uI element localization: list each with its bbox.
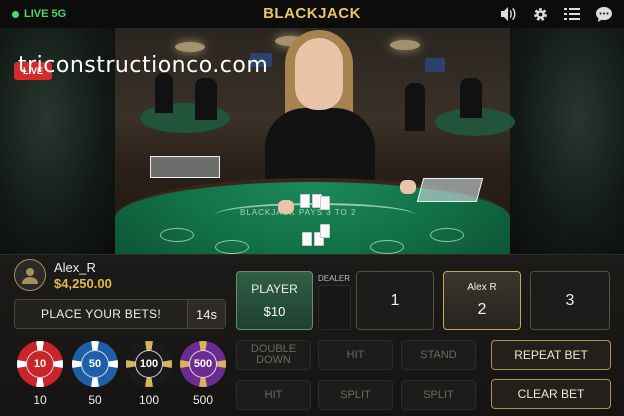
avatar[interactable] xyxy=(14,259,46,291)
live-video-feed: BLACKJACK PAYS 3 TO 2 LIVE triconstructi… xyxy=(0,28,624,254)
chandelier xyxy=(175,42,205,52)
double-down-button[interactable]: DOUBLE DOWN xyxy=(236,340,311,370)
seat-number: 1 xyxy=(390,291,400,309)
chip-value: 500 xyxy=(189,350,217,378)
chip-100[interactable]: 100 xyxy=(126,341,172,387)
betting-status-bar: PLACE YOUR BETS! 14s xyxy=(14,299,226,329)
stand-button[interactable]: STAND xyxy=(401,340,476,370)
card-shoe xyxy=(416,178,484,202)
player-label: PLAYER xyxy=(251,282,298,296)
background-person xyxy=(405,83,425,131)
balance: $4,250.00 xyxy=(54,275,112,291)
menu-icon[interactable] xyxy=(562,4,582,24)
chip-label: 10 xyxy=(33,393,47,407)
betting-spot-marking xyxy=(430,228,464,242)
top-bar: LIVE 5G BLACKJACK xyxy=(0,0,624,28)
clear-bet-button[interactable]: CLEAR BET xyxy=(491,379,611,409)
volume-icon[interactable] xyxy=(498,4,518,24)
split-button[interactable]: SPLIT xyxy=(401,380,476,410)
seat-1[interactable]: 1 xyxy=(356,271,434,330)
background-person xyxy=(195,78,217,120)
player-card xyxy=(302,232,312,246)
betting-spot-marking xyxy=(370,240,404,254)
seat-number: 2 xyxy=(477,301,487,318)
chip-value: 100 xyxy=(135,350,163,378)
split-button[interactable]: SPLIT xyxy=(318,380,393,410)
chip-label: 100 xyxy=(138,393,160,407)
watermark: triconstructionco.com xyxy=(18,53,269,78)
player-card xyxy=(320,224,330,238)
betting-spot-marking xyxy=(160,228,194,242)
chip-label: 50 xyxy=(88,393,102,407)
chip-value: 10 xyxy=(26,350,54,378)
dealer-hand xyxy=(400,180,416,194)
chip-label: 500 xyxy=(192,393,214,407)
control-panel: Alex_R $4,250.00 PLACE YOUR BETS! 14s 10… xyxy=(0,254,624,416)
chat-icon[interactable] xyxy=(594,4,614,24)
video-side-blur-right xyxy=(509,28,624,254)
user-icon xyxy=(22,268,38,284)
seat-2[interactable]: Alex R 2 xyxy=(443,271,521,330)
status-message: PLACE YOUR BETS! xyxy=(41,307,161,321)
dealer-spot xyxy=(318,285,351,330)
chip-50[interactable]: 50 xyxy=(72,341,118,387)
hit-button[interactable]: HIT xyxy=(318,340,393,370)
chip-value: 50 xyxy=(81,350,109,378)
seat-player-name: Alex R xyxy=(467,282,497,293)
chip-10[interactable]: 10 xyxy=(17,341,63,387)
dealer-face xyxy=(295,38,343,110)
felt-text: BLACKJACK PAYS 3 TO 2 xyxy=(240,208,357,217)
dealer-card xyxy=(320,196,330,210)
countdown-timer: 14s xyxy=(187,300,225,328)
seat-3[interactable]: 3 xyxy=(530,271,610,330)
background-person xyxy=(155,73,173,113)
repeat-bet-button[interactable]: REPEAT BET xyxy=(491,340,611,370)
seat-number: 3 xyxy=(565,291,575,309)
settings-icon[interactable] xyxy=(530,4,550,24)
dealer-hand xyxy=(278,200,294,214)
background-person xyxy=(460,78,482,118)
hit-button[interactable]: HIT xyxy=(236,380,311,410)
top-icons xyxy=(498,4,614,24)
betting-spot-marking xyxy=(215,240,249,254)
chandelier xyxy=(390,40,420,50)
user-info: Alex_R $4,250.00 xyxy=(14,259,112,291)
player-bet-amount: $10 xyxy=(263,304,286,319)
discard-tray xyxy=(150,156,220,178)
background-screen xyxy=(425,58,445,72)
dealer-label: DEALER xyxy=(318,274,351,283)
player-bet-spot[interactable]: PLAYER $10 xyxy=(236,271,313,330)
dealer-card xyxy=(300,194,310,208)
username: Alex_R xyxy=(54,259,96,275)
chip-500[interactable]: 500 xyxy=(180,341,226,387)
